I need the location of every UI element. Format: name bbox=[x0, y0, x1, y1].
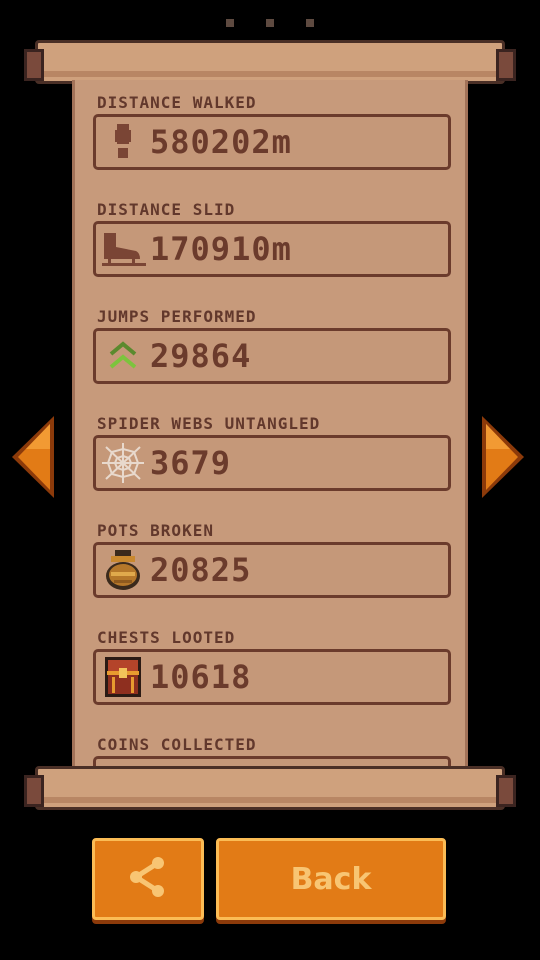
stat-label: DISTANCE WALKED bbox=[97, 93, 257, 112]
spider-web-icon bbox=[96, 440, 150, 486]
stat-label: DISTANCE SLID bbox=[97, 200, 236, 219]
pot-icon bbox=[96, 547, 150, 593]
stat-value: 20825 bbox=[150, 551, 252, 589]
stat-distance-walked: DISTANCE WALKED 580202m bbox=[93, 92, 451, 170]
share-button[interactable] bbox=[92, 838, 204, 920]
stats-scroll[interactable]: DISTANCE WALKED 580202m DISTANCE SLID 17… bbox=[72, 80, 468, 770]
stat-label: SPIDER WEBS UNTANGLED bbox=[97, 414, 321, 433]
share-icon bbox=[126, 855, 170, 903]
stat-box: 20825 bbox=[93, 542, 451, 598]
back-button[interactable]: Back bbox=[216, 838, 446, 920]
stat-value: 170910m bbox=[150, 230, 292, 268]
page-dot[interactable] bbox=[266, 19, 274, 27]
stat-spider-webs-untangled: SPIDER WEBS UNTANGLED 3679 bbox=[93, 413, 451, 491]
next-page-arrow[interactable] bbox=[478, 412, 528, 502]
stat-label: CHESTS LOOTED bbox=[97, 628, 236, 647]
stat-value: 10618 bbox=[150, 658, 252, 696]
stat-value: 3679 bbox=[150, 444, 232, 482]
stat-value: 580202m bbox=[150, 123, 292, 161]
page-indicator bbox=[0, 12, 540, 31]
scroll-bottom-roller bbox=[24, 766, 516, 810]
footprint-icon bbox=[96, 119, 150, 165]
stat-box: 170910m bbox=[93, 221, 451, 277]
stat-coins-collected: COINS COLLECTED bbox=[93, 734, 451, 770]
stat-value: 29864 bbox=[150, 337, 252, 375]
page-dot[interactable] bbox=[305, 19, 314, 27]
stat-box: 580202m bbox=[93, 114, 451, 170]
ice-skate-icon bbox=[96, 226, 150, 272]
stat-box: 3679 bbox=[93, 435, 451, 491]
previous-page-arrow[interactable] bbox=[8, 412, 58, 502]
stat-label: JUMPS PERFORMED bbox=[97, 307, 257, 326]
stat-chests-looted: CHESTS LOOTED 10618 bbox=[93, 627, 451, 705]
stat-jumps-performed: JUMPS PERFORMED 29864 bbox=[93, 306, 451, 384]
scroll-top-roller bbox=[24, 40, 516, 84]
double-chevron-up-icon bbox=[96, 333, 150, 379]
stat-label: COINS COLLECTED bbox=[97, 735, 257, 754]
page-dot[interactable] bbox=[226, 19, 235, 27]
stat-label: POTS BROKEN bbox=[97, 521, 214, 540]
stat-box: 10618 bbox=[93, 649, 451, 705]
back-button-label: Back bbox=[290, 861, 372, 897]
stat-distance-slid: DISTANCE SLID 170910m bbox=[93, 199, 451, 277]
stat-box: 29864 bbox=[93, 328, 451, 384]
chest-icon bbox=[96, 654, 150, 700]
stat-pots-broken: POTS BROKEN 20825 bbox=[93, 520, 451, 598]
